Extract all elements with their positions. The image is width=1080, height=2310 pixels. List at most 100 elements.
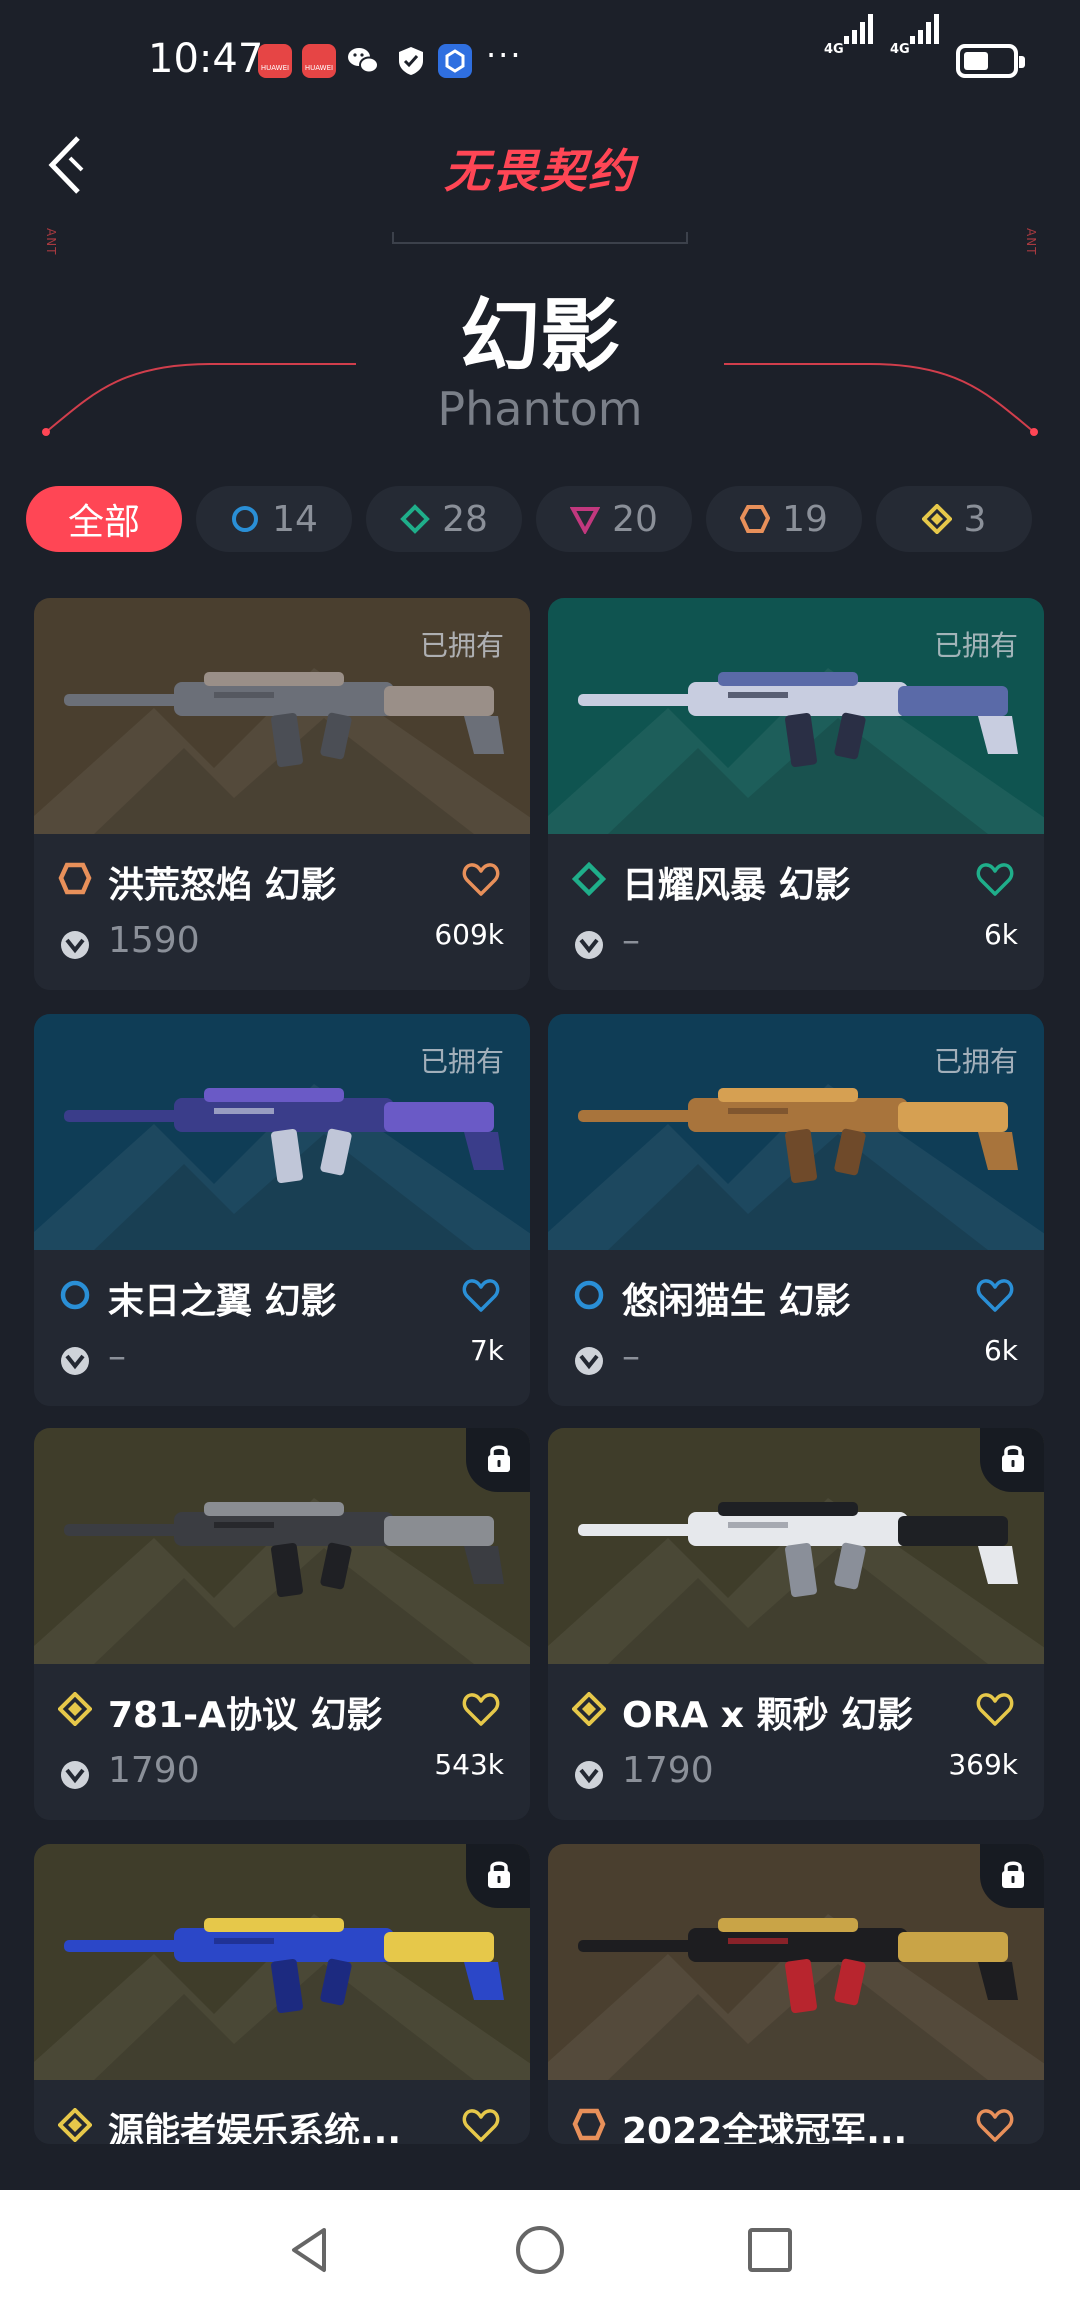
huawei-notification-icon: HUAWEI bbox=[258, 44, 292, 78]
locked-badge bbox=[466, 1428, 530, 1492]
skin-price: 1590 bbox=[108, 920, 200, 961]
skin-card[interactable]: 已拥有 日耀风暴 幻影 – 6k bbox=[548, 598, 1044, 990]
exclusive-tier-icon bbox=[740, 504, 771, 534]
skin-image bbox=[548, 1844, 1044, 2080]
skin-image bbox=[34, 1844, 530, 2080]
favorite-count: 609k bbox=[434, 918, 504, 951]
skin-card[interactable]: 已拥有 末日之翼 幻影 – 7k bbox=[34, 1014, 530, 1406]
favorite-heart-icon[interactable] bbox=[462, 1692, 500, 1728]
wechat-icon bbox=[346, 44, 380, 78]
shield-icon bbox=[394, 44, 428, 78]
favorite-heart-icon[interactable] bbox=[976, 2108, 1014, 2144]
favorite-heart-icon[interactable] bbox=[976, 1278, 1014, 1314]
skin-info: 2022全球冠军... bbox=[548, 2080, 1044, 2144]
vp-currency-icon bbox=[58, 928, 92, 962]
locked-badge bbox=[466, 1844, 530, 1908]
skin-name: 781-A协议 幻影 bbox=[108, 1695, 383, 1736]
app-notification-icon bbox=[438, 44, 472, 78]
filter-chip-all[interactable]: 全部 bbox=[26, 486, 182, 552]
side-tag-left: ANT bbox=[44, 228, 58, 256]
owned-label: 已拥有 bbox=[419, 629, 504, 662]
filter-chip-ultra[interactable]: 3 bbox=[876, 486, 1032, 552]
owned-label: 已拥有 bbox=[933, 629, 1018, 662]
vp-currency-icon bbox=[572, 928, 606, 962]
favorite-count: 6k bbox=[983, 1334, 1018, 1367]
skin-card[interactable]: 已拥有 洪荒怒焰 幻影 1590 609k bbox=[34, 598, 530, 990]
skin-card[interactable]: 781-A协议 幻影 1790 543k bbox=[34, 1428, 530, 1820]
skin-name: 悠闲猫生 幻影 bbox=[622, 1281, 851, 1322]
status-time: 10:47 bbox=[148, 36, 264, 82]
skin-price: 1790 bbox=[622, 1750, 714, 1791]
circle-home-icon bbox=[516, 2226, 564, 2274]
battery-icon bbox=[956, 44, 1025, 78]
favorite-heart-icon[interactable] bbox=[976, 1692, 1014, 1728]
nav-recents-button[interactable] bbox=[740, 2220, 800, 2280]
skin-card[interactable]: 2022全球冠军... bbox=[548, 1844, 1044, 2144]
ultra-tier-icon bbox=[921, 504, 952, 534]
select-tier-icon bbox=[58, 1278, 92, 1312]
vp-currency-icon bbox=[58, 1344, 92, 1378]
vp-currency-icon bbox=[58, 1758, 92, 1792]
deluxe-tier-icon bbox=[572, 862, 606, 896]
header-divider bbox=[392, 232, 688, 244]
skin-image bbox=[548, 1428, 1044, 1664]
favorite-heart-icon[interactable] bbox=[462, 2108, 500, 2144]
square-recents-icon bbox=[748, 2228, 792, 2272]
skin-card[interactable]: ORA x 颗秒 幻影 1790 369k bbox=[548, 1428, 1044, 1820]
favorite-count: 6k bbox=[983, 918, 1018, 951]
skin-info: 日耀风暴 幻影 – 6k bbox=[548, 834, 1044, 990]
skin-card[interactable]: 源能者娱乐系统... bbox=[34, 1844, 530, 2144]
skin-name: 2022全球冠军... bbox=[622, 2111, 908, 2144]
favorite-count: 543k bbox=[434, 1748, 504, 1781]
favorite-heart-icon[interactable] bbox=[976, 862, 1014, 898]
locked-badge bbox=[980, 1844, 1044, 1908]
favorite-count: 369k bbox=[948, 1748, 1018, 1781]
favorite-heart-icon[interactable] bbox=[462, 1278, 500, 1314]
lock-icon bbox=[1002, 1445, 1024, 1472]
skin-price: – bbox=[108, 1336, 126, 1377]
status-bar: 10:47 HUAWEI HUAWEI ··· 4G 4G bbox=[0, 0, 1080, 124]
filter-chip-premium[interactable]: 20 bbox=[536, 486, 692, 552]
skin-image: 已拥有 bbox=[34, 1014, 530, 1250]
ultra-tier-icon bbox=[58, 1692, 92, 1726]
skin-info: ORA x 颗秒 幻影 1790 369k bbox=[548, 1664, 1044, 1820]
skin-name: 日耀风暴 幻影 bbox=[622, 865, 851, 906]
skin-name: 洪荒怒焰 幻影 bbox=[108, 865, 337, 906]
skin-name: ORA x 颗秒 幻影 bbox=[622, 1695, 914, 1736]
ultra-tier-icon bbox=[58, 2108, 92, 2142]
filter-chip-select[interactable]: 14 bbox=[196, 486, 352, 552]
skin-name: 末日之翼 幻影 bbox=[108, 1281, 337, 1322]
more-notifications-icon: ··· bbox=[486, 36, 523, 74]
system-navigation-bar bbox=[0, 2190, 1080, 2310]
weapon-icon bbox=[64, 1918, 504, 2014]
skin-info: 洪荒怒焰 幻影 1590 609k bbox=[34, 834, 530, 990]
filter-chip-exclusive[interactable]: 19 bbox=[706, 486, 862, 552]
skin-card[interactable]: 已拥有 悠闲猫生 幻影 – 6k bbox=[548, 1014, 1044, 1406]
premium-tier-icon bbox=[570, 504, 601, 534]
nav-home-button[interactable] bbox=[510, 2220, 570, 2280]
brand-logo: 无畏契约 bbox=[444, 144, 636, 198]
ultra-tier-icon bbox=[572, 1692, 606, 1726]
skin-price: 1790 bbox=[108, 1750, 200, 1791]
weapon-icon bbox=[578, 1918, 1018, 2014]
lock-icon bbox=[488, 1445, 510, 1472]
vp-currency-icon bbox=[572, 1758, 606, 1792]
exclusive-tier-icon bbox=[58, 862, 92, 896]
vp-currency-icon bbox=[572, 1344, 606, 1378]
skin-info: 悠闲猫生 幻影 – 6k bbox=[548, 1250, 1044, 1406]
weapon-icon bbox=[64, 1502, 504, 1598]
skin-info: 末日之翼 幻影 – 7k bbox=[34, 1250, 530, 1406]
skin-image: 已拥有 bbox=[548, 1014, 1044, 1250]
nav-back-button[interactable] bbox=[280, 2220, 340, 2280]
filter-chip-deluxe[interactable]: 28 bbox=[366, 486, 522, 552]
lock-icon bbox=[488, 1861, 510, 1888]
skin-image bbox=[34, 1428, 530, 1664]
locked-badge bbox=[980, 1428, 1044, 1492]
favorite-count: 7k bbox=[469, 1334, 504, 1367]
page-subtitle: Phantom bbox=[437, 382, 643, 436]
deluxe-tier-icon bbox=[400, 504, 430, 534]
exclusive-tier-icon bbox=[572, 2108, 606, 2142]
lock-icon bbox=[1002, 1861, 1024, 1888]
select-tier-icon bbox=[230, 504, 260, 534]
favorite-heart-icon[interactable] bbox=[462, 862, 500, 898]
